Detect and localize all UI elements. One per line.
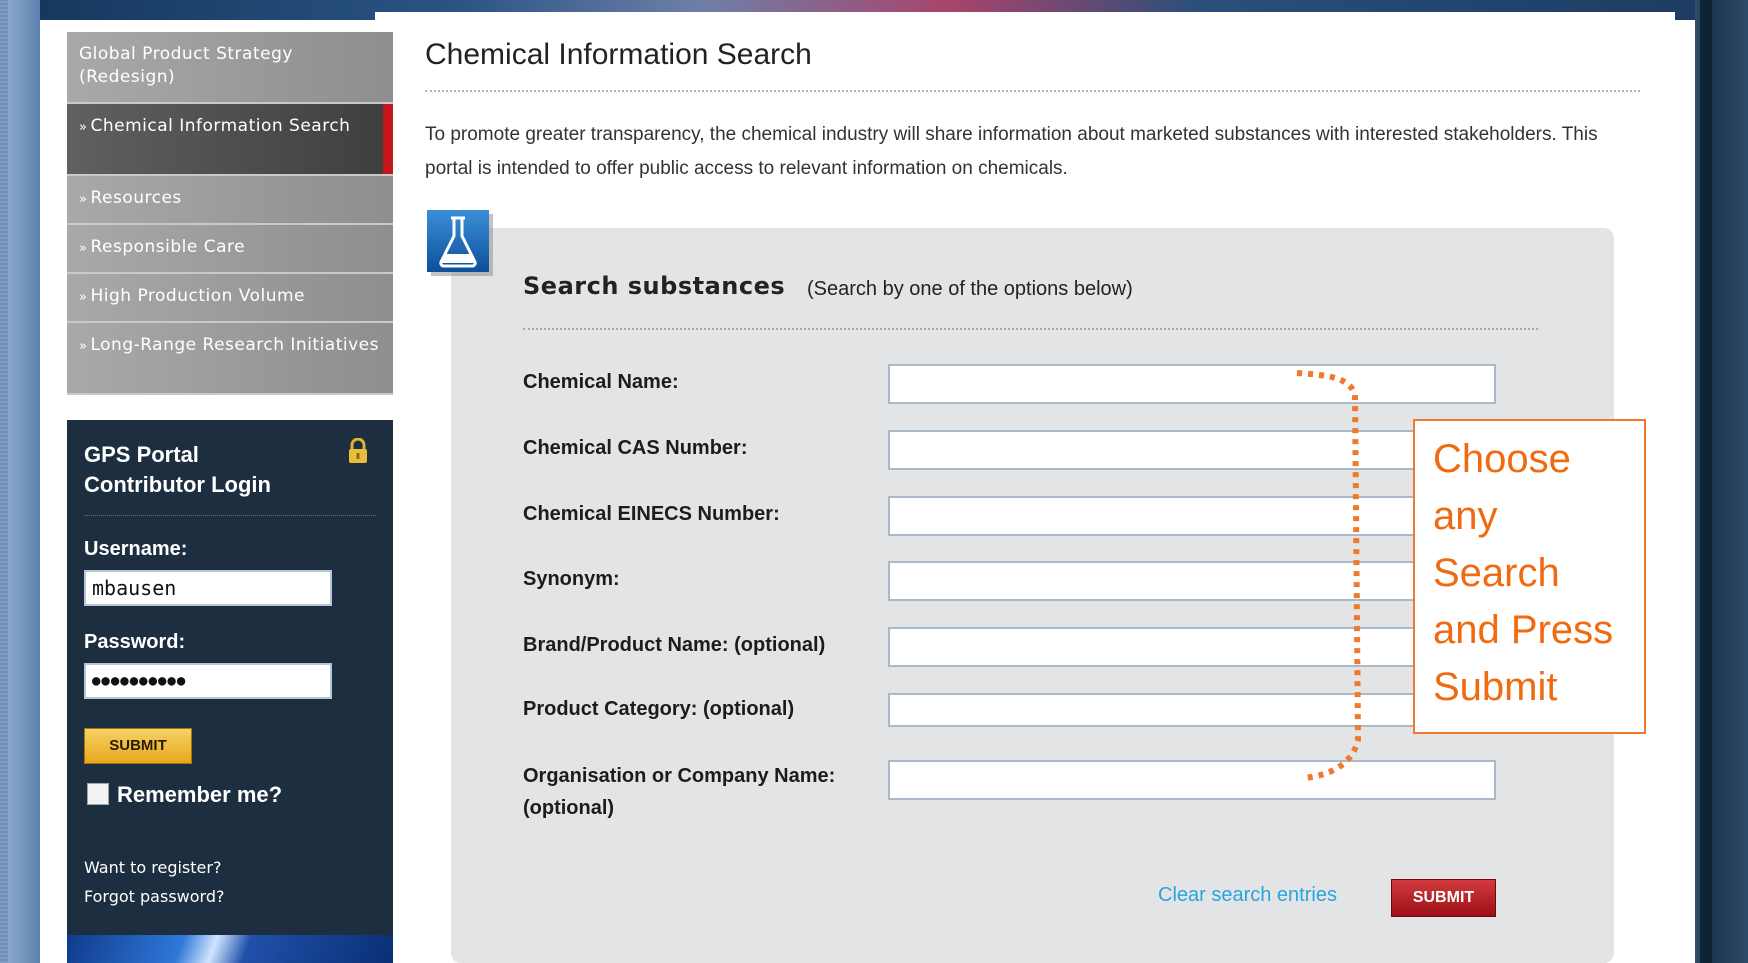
remember-me-checkbox[interactable] bbox=[87, 783, 109, 805]
sidebar-item-responsible-care[interactable]: » Responsible Care bbox=[67, 225, 393, 274]
sidebar-item-high-production-volume[interactable]: » High Production Volume bbox=[67, 274, 393, 323]
login-title-line2: Contributor Login bbox=[84, 472, 271, 497]
sidebar-item-label: Chemical Information Search bbox=[90, 116, 351, 136]
sidebar-nav: Global Product Strategy (Redesign) » Chem… bbox=[67, 32, 393, 395]
forgot-password-link[interactable]: Forgot password? bbox=[84, 887, 224, 906]
product-category-label: Product Category: (optional) bbox=[523, 698, 795, 720]
clear-search-link[interactable]: Clear search entries bbox=[1158, 884, 1337, 907]
annotation-callout: Choose any Search and Press Submit bbox=[1413, 419, 1646, 734]
login-title-line1: GPS Portal bbox=[84, 442, 199, 467]
double-chevron-right-icon: » bbox=[79, 290, 88, 305]
annotation-line: Search bbox=[1433, 551, 1560, 595]
search-submit-button[interactable]: SUBMIT bbox=[1391, 879, 1496, 917]
annotation-line: any bbox=[1433, 494, 1498, 538]
register-link[interactable]: Want to register? bbox=[84, 858, 221, 877]
search-panel-subtitle: (Search by one of the options below) bbox=[807, 278, 1133, 300]
login-title: GPS Portal Contributor Login bbox=[84, 440, 271, 500]
password-label: Password: bbox=[84, 631, 186, 653]
einecs-number-label: Chemical EINECS Number: bbox=[523, 503, 780, 525]
login-divider bbox=[84, 515, 376, 516]
sidebar-item-resources[interactable]: » Resources bbox=[67, 176, 393, 225]
promo-banner[interactable] bbox=[67, 935, 393, 963]
annotation-bracket bbox=[1296, 370, 1362, 781]
page-title: Chemical Information Search bbox=[425, 38, 812, 71]
synonym-label: Synonym: bbox=[523, 568, 620, 590]
search-panel-title: Search substances bbox=[523, 272, 786, 300]
right-background-strip bbox=[1700, 0, 1712, 963]
password-input[interactable]: ●●●●●●●●●● bbox=[84, 663, 332, 699]
sidebar-item-label: Responsible Care bbox=[90, 237, 246, 257]
username-input[interactable]: mbausen bbox=[84, 570, 332, 606]
sidebar-item-label: Resources bbox=[90, 188, 182, 208]
annotation-line: Choose bbox=[1433, 437, 1571, 481]
sidebar-item-label: Global Product Strategy (Redesign) bbox=[79, 44, 293, 87]
contributor-login-panel: GPS Portal Contributor Login Username: m… bbox=[67, 420, 393, 935]
organisation-name-label-line2: (optional) bbox=[523, 797, 615, 819]
brand-product-name-label: Brand/Product Name: (optional) bbox=[523, 634, 826, 656]
double-chevron-right-icon: » bbox=[79, 241, 88, 256]
username-label: Username: bbox=[84, 538, 188, 560]
annotation-line: and Press bbox=[1433, 608, 1614, 652]
lock-icon bbox=[349, 438, 367, 463]
header-banner-underline bbox=[375, 12, 1675, 20]
sidebar-item-long-range-research[interactable]: » Long-Range Research Initiatives bbox=[67, 323, 393, 395]
left-background-edge bbox=[8, 0, 40, 963]
search-panel-divider bbox=[523, 328, 1538, 330]
title-divider bbox=[425, 90, 1640, 92]
remember-me-label: Remember me? bbox=[117, 782, 283, 807]
chemical-name-label: Chemical Name: bbox=[523, 371, 679, 393]
login-submit-button[interactable]: SUBMIT bbox=[84, 728, 192, 764]
sidebar-item-chemical-information-search[interactable]: » Chemical Information Search bbox=[67, 104, 393, 176]
organisation-name-label-line1: Organisation or Company Name: bbox=[523, 765, 836, 787]
sidebar-item-global-product-strategy[interactable]: Global Product Strategy (Redesign) bbox=[67, 32, 393, 104]
double-chevron-right-icon: » bbox=[79, 192, 88, 207]
intro-text: To promote greater transparency, the che… bbox=[425, 124, 1598, 179]
sidebar-item-label: Long-Range Research Initiatives bbox=[90, 335, 379, 355]
double-chevron-right-icon: » bbox=[79, 339, 88, 354]
cas-number-label: Chemical CAS Number: bbox=[523, 437, 748, 459]
double-chevron-right-icon: » bbox=[79, 120, 88, 135]
organisation-name-label: Organisation or Company Name: (optional) bbox=[523, 760, 835, 824]
annotation-line: Submit bbox=[1433, 665, 1558, 709]
flask-icon bbox=[427, 210, 493, 276]
sidebar-item-label: High Production Volume bbox=[90, 286, 306, 306]
